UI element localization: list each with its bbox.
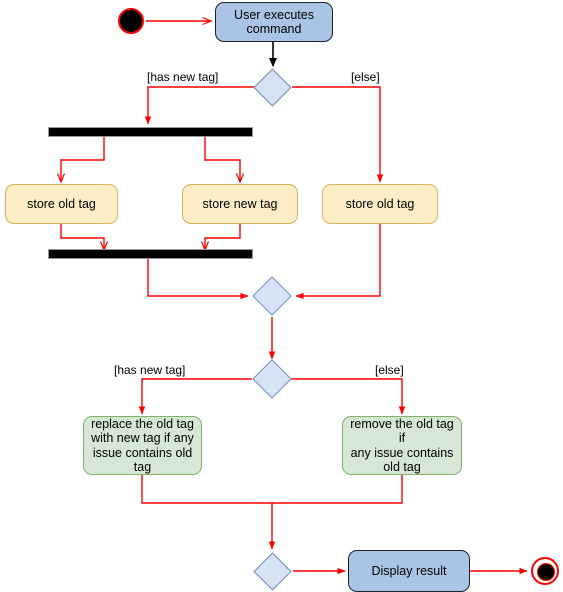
- activity-replace-old-tag[interactable]: replace the old tag with new tag if any …: [83, 416, 202, 475]
- fork-bar: [48, 127, 253, 137]
- edge-label-decision1-else: [else]: [351, 70, 380, 84]
- activity-display-result[interactable]: Display result: [348, 550, 470, 592]
- final-node: [531, 557, 559, 585]
- activity-diagram: User executes command store old tag stor…: [0, 0, 563, 592]
- initial-node: [118, 8, 144, 34]
- join-bar: [48, 249, 253, 259]
- activity-store-old-tag-left[interactable]: store old tag: [5, 184, 118, 224]
- activity-store-old-tag-right[interactable]: store old tag: [322, 184, 438, 224]
- edge-label-decision2-has-new-tag: [has new tag]: [114, 363, 186, 377]
- final-node-core: [537, 563, 555, 581]
- edge-label-decision1-has-new-tag: [has new tag]: [147, 70, 219, 84]
- edge-label-decision2-else: [else]: [375, 363, 404, 377]
- activity-remove-old-tag[interactable]: remove the old tag if any issue contains…: [342, 416, 462, 475]
- activity-user-executes-command[interactable]: User executes command: [215, 2, 333, 42]
- activity-store-new-tag[interactable]: store new tag: [182, 184, 298, 224]
